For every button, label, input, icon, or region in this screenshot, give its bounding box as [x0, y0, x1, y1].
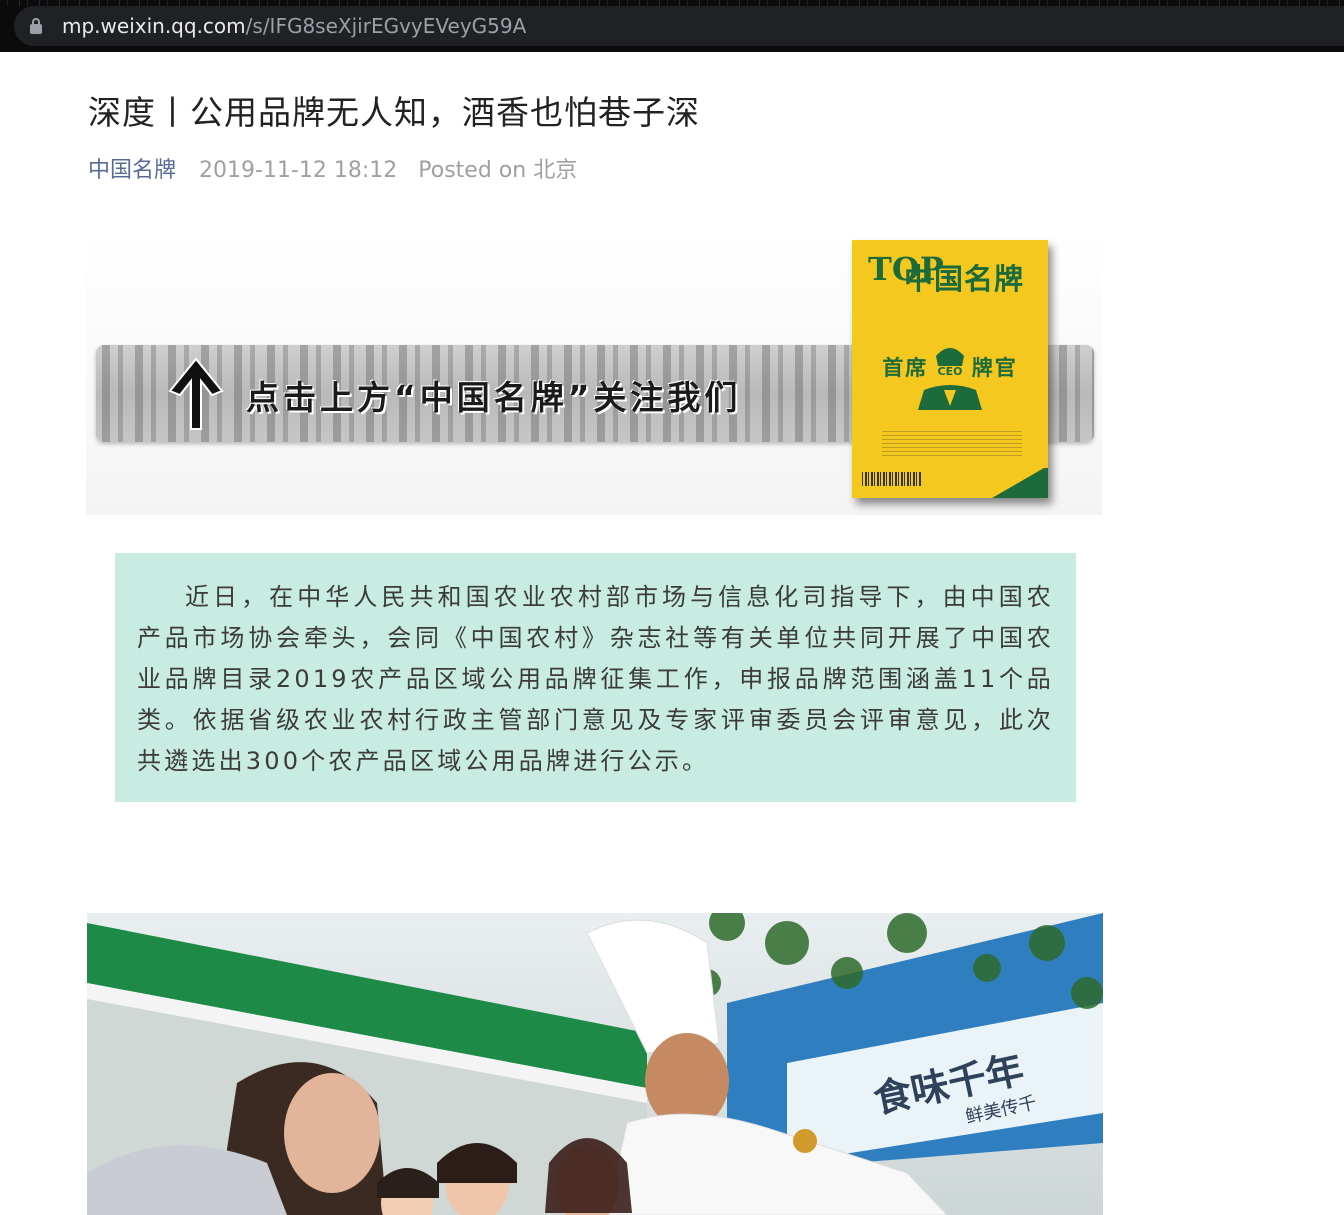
magazine-headline-left: 首席 [882, 356, 929, 380]
magazine-headline-right: 牌官 [971, 356, 1018, 380]
publish-time: 2019-11-12 18:12 [199, 158, 398, 183]
magazine-body-text [882, 428, 1022, 458]
location: 北京 [533, 158, 578, 183]
intro-paragraph: 近日，在中华人民共和国农业农村部市场与信息化司指导下，由中国农产品市场协会牵头，… [137, 583, 1054, 775]
url-path: /s/IFG8seXjirEGvyEVeyG59A [245, 14, 527, 38]
url-host: mp.weixin.qq.com [62, 14, 246, 38]
magazine-logo-cn: 中国名牌 [904, 262, 1025, 296]
address-bar[interactable]: mp.weixin.qq.com/s/IFG8seXjirEGvyEVeyG59… [14, 6, 1344, 46]
magazine-logo: TOP 中国名牌 [868, 250, 1038, 296]
up-arrow-icon [168, 357, 224, 430]
lock-icon[interactable] [30, 18, 42, 34]
magazine-headline: 首席 CEO 牌官 [852, 352, 1048, 382]
article-photo: 食味千年 鲜美传千 [87, 913, 1103, 1215]
barcode-icon [862, 472, 922, 486]
account-name-link[interactable]: 中国名牌 [88, 158, 176, 183]
url-text[interactable]: mp.weixin.qq.com/s/IFG8seXjirEGvyEVeyG59… [62, 14, 526, 38]
article-meta: 中国名牌 2019-11-12 18:12 Posted on 北京 [88, 152, 577, 184]
follow-call-to-action: 点击上方“中国名牌”关注我们 [246, 378, 742, 417]
magazine-headline-mid: CEO [937, 365, 963, 378]
magazine-cover: TOP 中国名牌 首席 CEO 牌官 [852, 240, 1048, 498]
intro-box: 近日，在中华人民共和国农业农村部市场与信息化司指导下，由中国农产品市场协会牵头，… [115, 553, 1076, 802]
chef-demo-photo: 食味千年 鲜美传千 [87, 913, 1103, 1215]
location-prefix: Posted on [418, 158, 527, 183]
follow-banner-image: 点击上方“中国名牌”关注我们 TOP 中国名牌 首席 CEO 牌官 [86, 230, 1102, 515]
browser-top-bar: mp.weixin.qq.com/s/IFG8seXjirEGvyEVeyG59… [0, 0, 1344, 52]
magazine-corner-stripe [988, 468, 1048, 498]
article-title: 深度丨公用品牌无人知，酒香也怕巷子深 [88, 93, 700, 132]
